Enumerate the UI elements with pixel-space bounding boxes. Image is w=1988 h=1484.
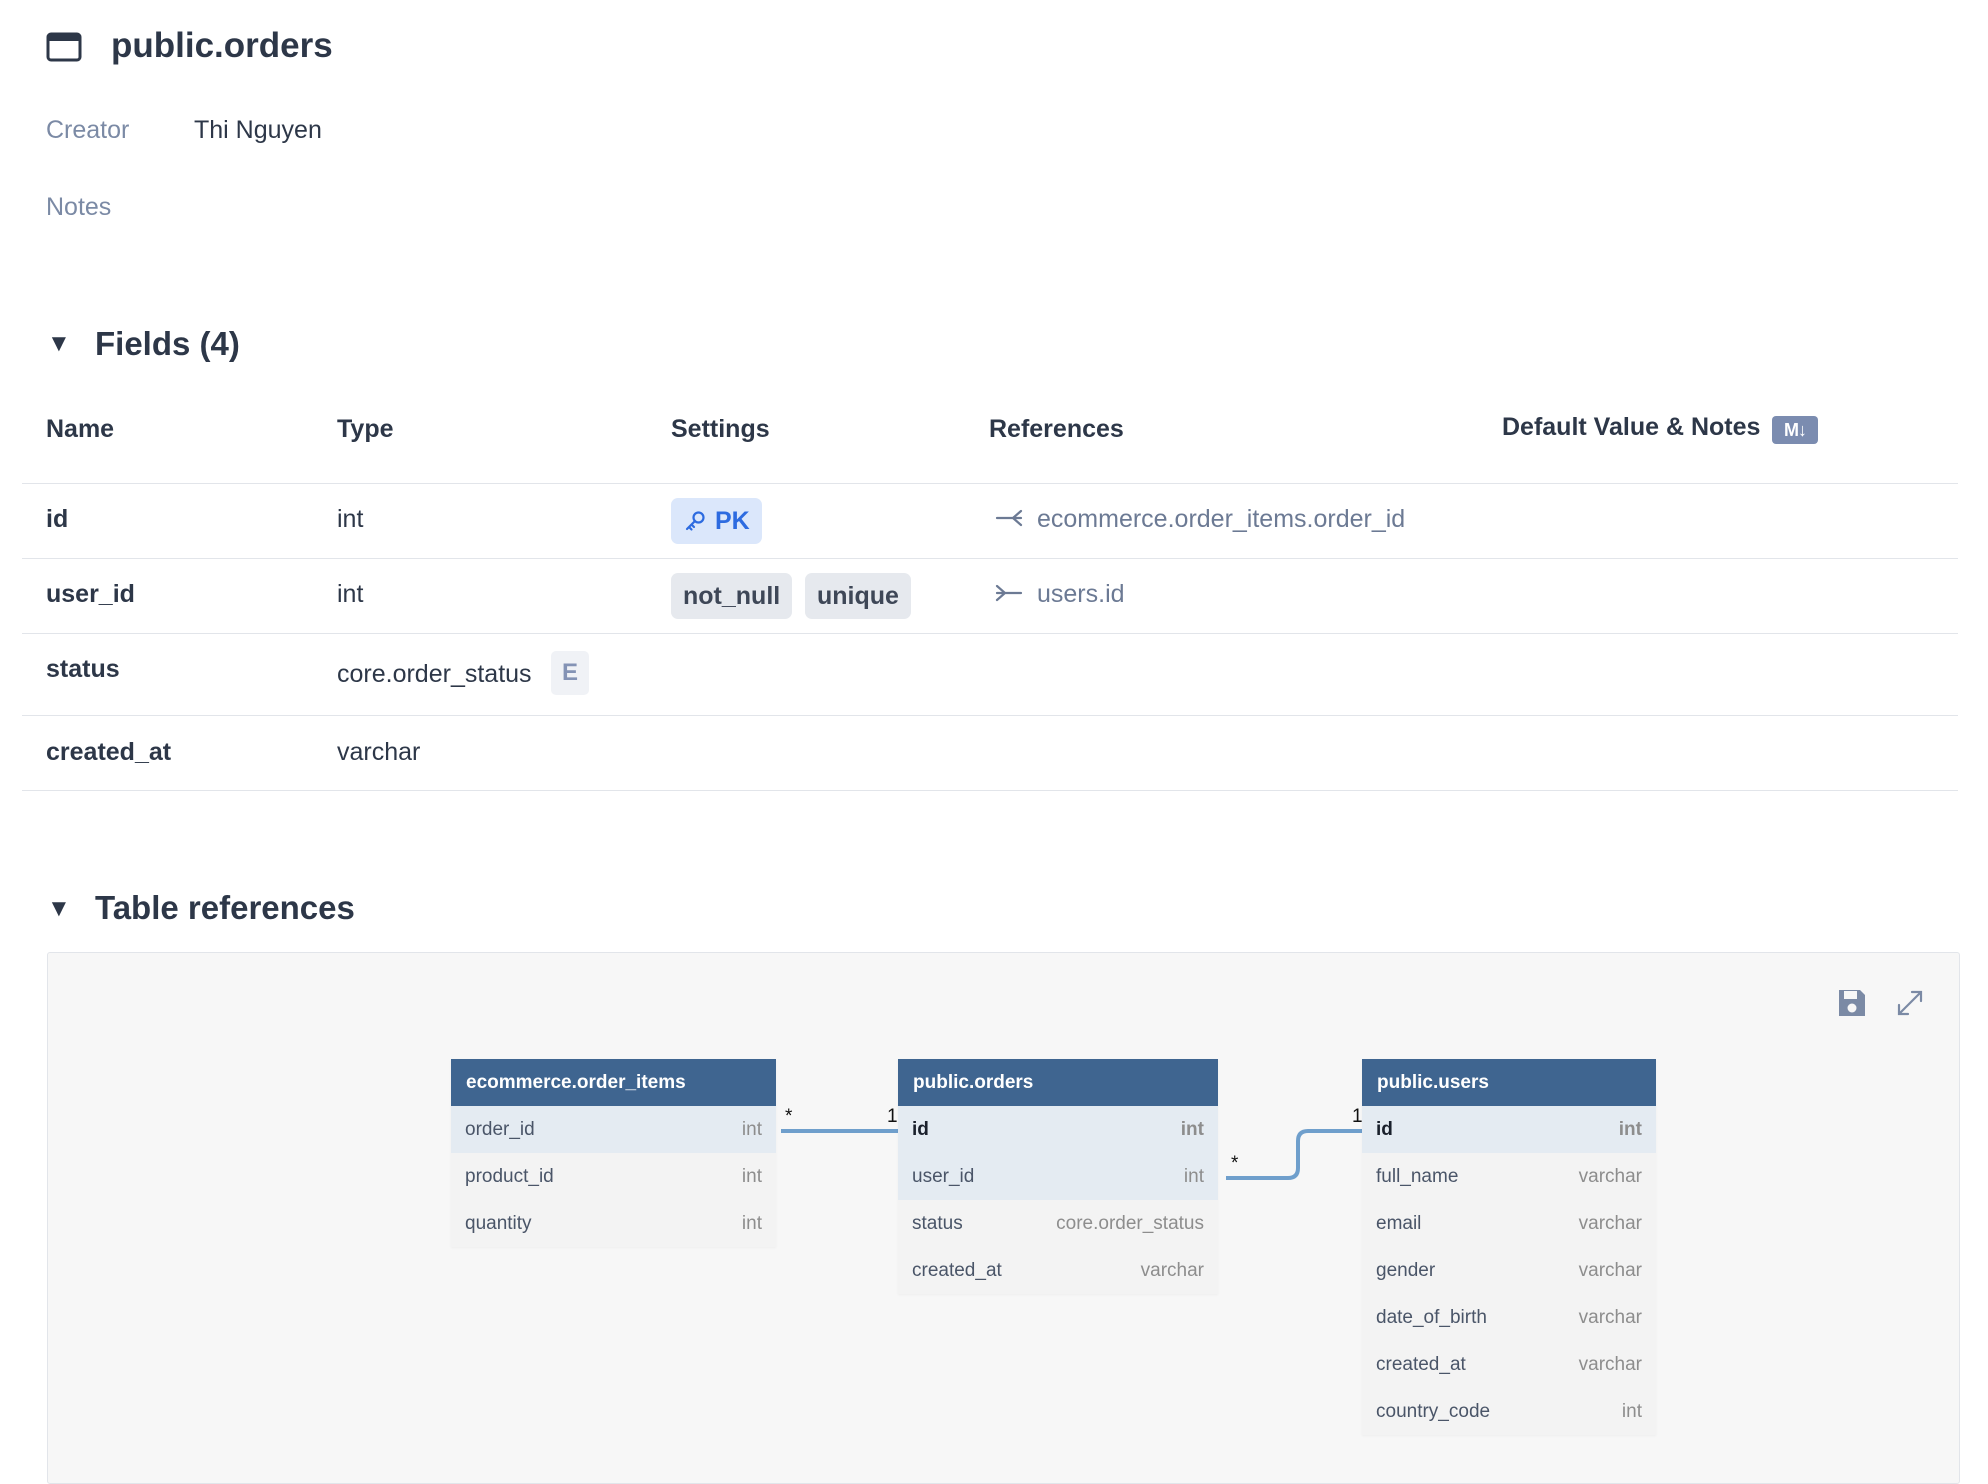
erd-field-row[interactable]: quantity int — [451, 1200, 776, 1247]
many-to-one-icon — [995, 584, 1023, 602]
column-header-settings: Settings — [671, 415, 770, 443]
erd-field-type: int — [1180, 1118, 1204, 1140]
erd-field-row[interactable]: id int — [898, 1106, 1218, 1153]
unique-chip: unique — [805, 573, 911, 619]
erd-field-name: order_id — [465, 1118, 535, 1140]
erd-field-name: status — [912, 1212, 963, 1234]
cardinality-one: 1 — [887, 1106, 898, 1127]
erd-field-name: country_code — [1376, 1400, 1491, 1422]
field-name-created-at: created_at — [46, 738, 172, 766]
cardinality-many: * — [785, 1106, 793, 1127]
one-to-many-icon — [995, 509, 1023, 527]
markdown-badge: M↓ — [1772, 416, 1818, 444]
erd-field-row[interactable]: product_id int — [451, 1153, 776, 1200]
divider — [22, 558, 1958, 559]
erd-field-row[interactable]: country_code int — [1362, 1388, 1656, 1435]
erd-field-type: core.order_status — [1056, 1212, 1204, 1234]
erd-table-users[interactable]: public.users id int full_name varchar em… — [1362, 1059, 1656, 1435]
pk-chip-label: PK — [715, 506, 750, 535]
erd-field-row[interactable]: email varchar — [1362, 1200, 1656, 1247]
column-header-references: References — [989, 415, 1124, 443]
erd-field-name: created_at — [912, 1259, 1002, 1281]
erd-field-row[interactable]: full_name varchar — [1362, 1153, 1656, 1200]
erd-field-row[interactable]: id int — [1362, 1106, 1656, 1153]
erd-field-name: product_id — [465, 1165, 554, 1187]
erd-field-row[interactable]: status core.order_status — [898, 1200, 1218, 1247]
erd-table-order-items[interactable]: ecommerce.order_items order_id int produ… — [451, 1059, 776, 1247]
erd-field-type: varchar — [1578, 1353, 1642, 1375]
erd-field-name: gender — [1376, 1259, 1436, 1281]
reference-link-order-items[interactable]: ecommerce.order_items.order_id — [1037, 505, 1405, 534]
erd-field-row[interactable]: order_id int — [451, 1106, 776, 1153]
erd-field-name: email — [1376, 1212, 1422, 1234]
not-null-chip: not_null — [671, 573, 793, 619]
divider — [22, 790, 1958, 791]
divider — [22, 633, 1958, 634]
field-type-created-at: varchar — [337, 738, 421, 766]
erd-field-row[interactable]: user_id int — [898, 1153, 1218, 1200]
field-name-user-id: user_id — [46, 580, 135, 608]
divider — [22, 483, 1958, 484]
field-name-status: status — [46, 655, 120, 683]
erd-field-row[interactable]: gender varchar — [1362, 1247, 1656, 1294]
erd-field-type: varchar — [1578, 1212, 1642, 1234]
erd-field-type: varchar — [1140, 1259, 1204, 1281]
erd-field-type: varchar — [1578, 1259, 1642, 1281]
cardinality-many: * — [1231, 1153, 1239, 1174]
erd-field-type: int — [741, 1165, 762, 1187]
erd-field-row[interactable]: created_at varchar — [1362, 1341, 1656, 1388]
field-type-id: int — [337, 505, 364, 533]
expand-icon[interactable] — [1894, 987, 1926, 1019]
column-header-default-notes: Default Value & Notes — [1502, 413, 1761, 441]
enum-badge: E — [551, 651, 589, 695]
key-icon — [685, 511, 705, 531]
field-type-user-id: int — [337, 580, 364, 608]
notes-label: Notes — [46, 193, 112, 221]
field-name-id: id — [46, 505, 69, 533]
creator-value: Thi Nguyen — [194, 116, 322, 144]
field-type-status[interactable]: core.order_status — [337, 660, 532, 689]
erd-field-name: id — [912, 1118, 929, 1140]
cardinality-one: 1 — [1352, 1106, 1363, 1127]
erd-field-name: full_name — [1376, 1165, 1459, 1187]
references-section-title: Table references — [95, 889, 355, 926]
column-header-name: Name — [46, 415, 115, 443]
divider — [22, 715, 1958, 716]
diagram-canvas[interactable]: * 1 * 1 ecommerce.order_items order_id i… — [47, 952, 1960, 1484]
erd-field-type: int — [741, 1212, 762, 1234]
erd-table-header[interactable]: ecommerce.order_items — [451, 1059, 776, 1106]
fields-collapse-toggle[interactable]: ▼ — [47, 330, 71, 358]
pk-chip: PK — [671, 498, 762, 544]
references-collapse-toggle[interactable]: ▼ — [47, 895, 71, 923]
page-title: public.orders — [111, 26, 333, 65]
creator-label: Creator — [46, 116, 130, 144]
erd-field-name: id — [1376, 1118, 1393, 1140]
relation-line-orders-users — [1226, 1129, 1370, 1180]
column-header-type: Type — [337, 415, 394, 443]
erd-table-header[interactable]: public.orders — [898, 1059, 1218, 1106]
erd-field-name: quantity — [465, 1212, 532, 1234]
erd-field-type: varchar — [1578, 1306, 1642, 1328]
erd-field-name: user_id — [912, 1165, 975, 1187]
erd-field-name: date_of_birth — [1376, 1306, 1487, 1328]
erd-table-orders[interactable]: public.orders id int user_id int status … — [898, 1059, 1218, 1294]
reference-link-users[interactable]: users.id — [1037, 580, 1125, 609]
erd-field-type: varchar — [1578, 1165, 1642, 1187]
fields-section-title: Fields (4) — [95, 325, 240, 362]
table-icon — [46, 32, 82, 62]
erd-field-type: int — [1618, 1118, 1642, 1140]
save-icon[interactable] — [1836, 987, 1868, 1019]
erd-field-name: created_at — [1376, 1353, 1466, 1375]
erd-table-header[interactable]: public.users — [1362, 1059, 1656, 1106]
erd-field-type: int — [1183, 1165, 1204, 1187]
erd-field-row[interactable]: created_at varchar — [898, 1247, 1218, 1294]
erd-field-row[interactable]: date_of_birth varchar — [1362, 1294, 1656, 1341]
erd-field-type: int — [741, 1118, 762, 1140]
erd-field-type: int — [1621, 1400, 1642, 1422]
